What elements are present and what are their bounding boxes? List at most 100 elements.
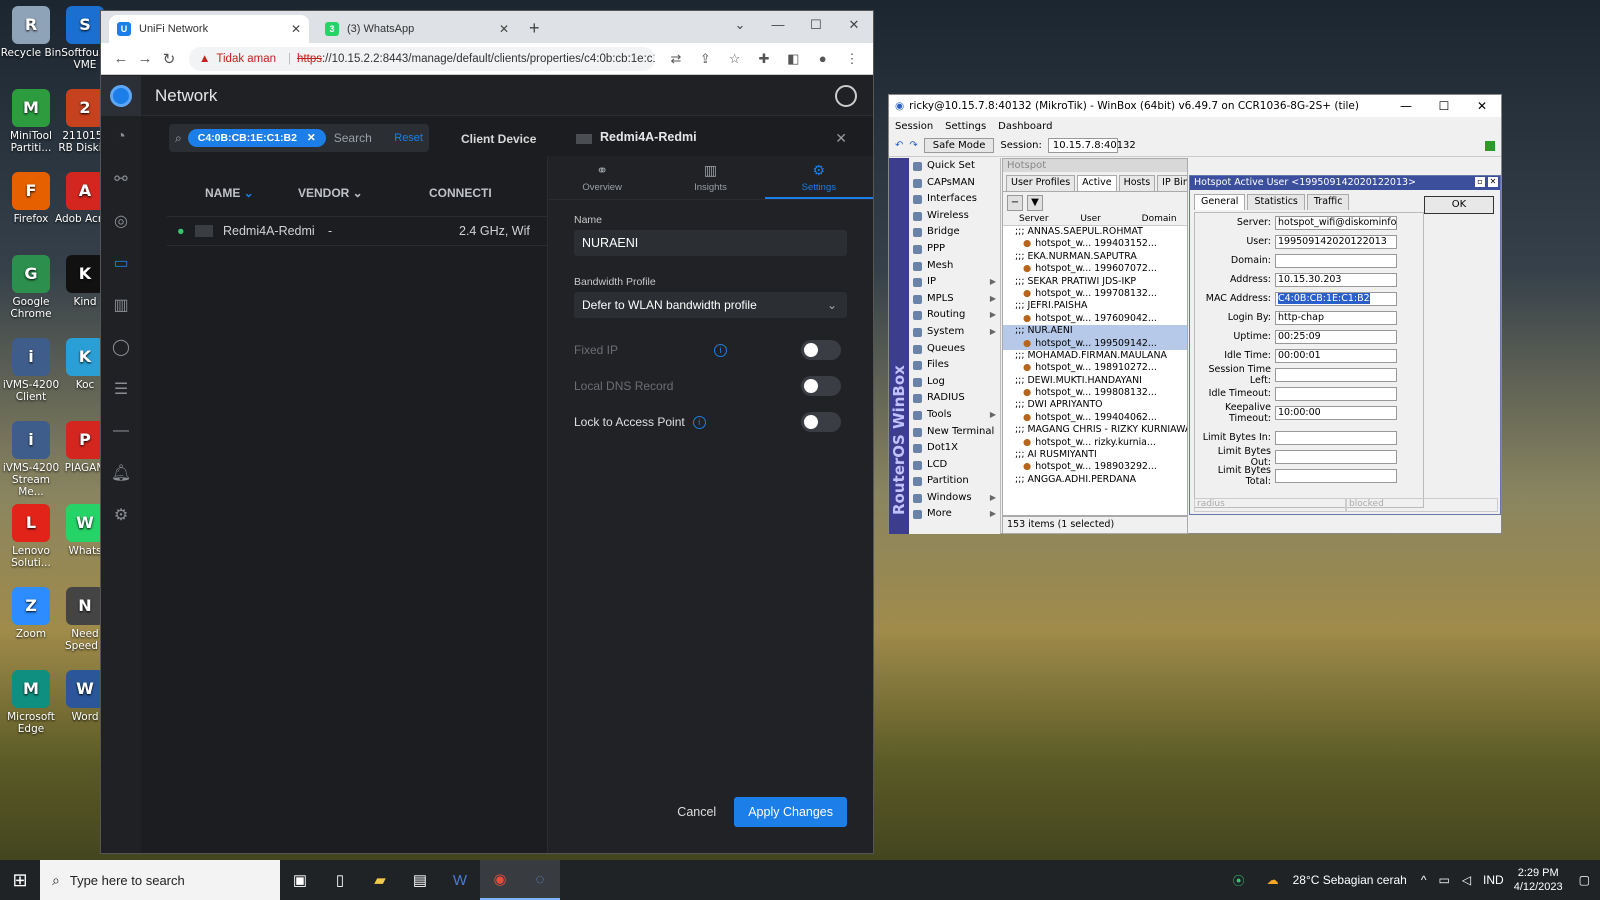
field-value[interactable]: http-chap — [1275, 310, 1397, 325]
desktop-shortcut[interactable]: M Microsoft Edge — [0, 670, 62, 735]
apply-changes-button[interactable]: Apply Changes — [734, 797, 847, 827]
field-value[interactable]: C4:0B:CB:1E:C1:B2 — [1275, 291, 1397, 306]
list-item[interactable]: ● hotspot_w... 199509142... — [1003, 337, 1187, 350]
lock-ap-toggle[interactable] — [801, 412, 841, 432]
list-comment[interactable]: ;;; MOHAMAD.FIRMAN.MAULANA — [1003, 350, 1187, 362]
topology-icon[interactable]: ⚯ — [101, 158, 141, 200]
field-value[interactable]: 10.15.30.203 — [1275, 272, 1397, 287]
list-comment[interactable]: ;;; AI RUSMIYANTI — [1003, 449, 1187, 461]
list-comment[interactable]: ;;; ANGGA.ADHI.PERDANA — [1003, 474, 1187, 486]
column-server[interactable]: Server — [1003, 214, 1064, 225]
nav-item-lcd[interactable]: LCD — [909, 457, 1000, 474]
list-comment[interactable]: ;;; DEWI.MUKTI.HANDAYANI — [1003, 375, 1187, 387]
statistics-icon[interactable]: ▥ — [101, 284, 141, 326]
weather-text[interactable]: 28°C Sebagian cerah — [1293, 873, 1407, 887]
taskbar-search[interactable]: ⌕ Type here to search — [40, 860, 280, 900]
tab-overview[interactable]: ⚭ Overview — [548, 156, 656, 199]
nav-item-ip[interactable]: IP ▶ — [909, 274, 1000, 291]
volume-icon[interactable]: ◁ — [1462, 873, 1471, 887]
nav-item-interfaces[interactable]: Interfaces — [909, 191, 1000, 208]
tab-unifi[interactable]: U UniFi Network ✕ — [109, 15, 309, 43]
close-tab-icon[interactable]: ✕ — [291, 22, 301, 36]
field-value[interactable]: hotspot_wifi@diskominfo — [1275, 215, 1397, 230]
clients-icon[interactable]: ▭ — [101, 242, 141, 284]
menu-dashboard[interactable]: Dashboard — [998, 121, 1052, 132]
field-value[interactable] — [1275, 253, 1397, 268]
nav-item-ppp[interactable]: PPP — [909, 241, 1000, 258]
nav-item-quick-set[interactable]: Quick Set — [909, 158, 1000, 175]
settings-icon[interactable]: ⚙ — [101, 494, 141, 536]
close-panel-icon[interactable]: ✕ — [835, 130, 847, 147]
column-name[interactable]: NAME ⌄ — [167, 186, 298, 216]
info-icon[interactable]: i — [692, 415, 706, 429]
close-button[interactable]: ✕ — [835, 11, 873, 39]
column-connection[interactable]: CONNECTI — [429, 186, 492, 216]
share-icon[interactable]: ⇪ — [692, 51, 718, 67]
nav-item-bridge[interactable]: Bridge — [909, 224, 1000, 241]
list-comment[interactable]: ;;; DWI APRIYANTO — [1003, 399, 1187, 411]
list-comment[interactable]: ;;; EKA.NURMAN.SAPUTRA — [1003, 251, 1187, 263]
nav-item-dot1x[interactable]: Dot1X — [909, 440, 1000, 457]
list-item[interactable]: ● hotspot_w... rizky.kurnia... — [1003, 437, 1187, 449]
filter-icon[interactable]: ▼ — [1027, 195, 1043, 211]
field-value[interactable] — [1275, 367, 1397, 382]
field-value[interactable] — [1275, 430, 1397, 445]
tab-statistics[interactable]: Statistics — [1247, 194, 1305, 210]
nav-item-mpls[interactable]: MPLS ▶ — [909, 291, 1000, 308]
forward-icon[interactable]: → — [133, 50, 157, 67]
table-row[interactable]: ● Redmi4A-Redmi - 2.4 GHz, Wif — [167, 216, 553, 246]
list-item[interactable]: ● hotspot_w... 199403152... — [1003, 238, 1187, 250]
column-domain[interactable]: Domain — [1126, 214, 1187, 225]
menu-settings[interactable]: Settings — [945, 121, 986, 132]
field-value[interactable]: 10:00:00 — [1275, 405, 1397, 420]
minimize-button[interactable]: — — [759, 11, 797, 39]
close-icon[interactable]: ✕ — [1488, 177, 1498, 187]
notepad-icon[interactable]: ▯ — [320, 860, 360, 900]
safe-mode-button[interactable]: Safe Mode — [923, 138, 995, 153]
tab-active[interactable]: Active — [1077, 175, 1117, 191]
extensions-icon[interactable]: ✚ — [751, 51, 777, 67]
task-view-icon[interactable]: ▣ — [280, 860, 320, 900]
profile-icon[interactable]: ● — [810, 51, 836, 66]
maximize-button[interactable]: ☐ — [797, 11, 835, 39]
desktop-shortcut[interactable]: M MiniTool Partiti... — [0, 89, 62, 154]
bandwidth-profile-select[interactable]: Defer to WLAN bandwidth profile ⌄ — [574, 292, 847, 318]
tab-general[interactable]: General — [1194, 194, 1246, 210]
session-field[interactable]: 10.15.7.8:40132 — [1047, 138, 1136, 153]
nav-item-system[interactable]: System ▶ — [909, 324, 1000, 341]
nav-item-mesh[interactable]: Mesh — [909, 258, 1000, 275]
ok-button[interactable]: OK — [1424, 196, 1494, 214]
info-icon[interactable]: i — [714, 343, 728, 357]
clock[interactable]: 2:29 PM 4/12/2023 — [1514, 866, 1563, 894]
reload-icon[interactable]: ↻ — [157, 50, 181, 68]
nav-item-tools[interactable]: Tools ▶ — [909, 407, 1000, 424]
reset-link[interactable]: Reset — [394, 132, 423, 144]
desktop-shortcut[interactable]: F Firefox — [0, 172, 62, 225]
list-item[interactable]: ● hotspot_w... 198903292... — [1003, 461, 1187, 473]
tab-traffic[interactable]: Traffic — [1306, 194, 1350, 210]
list-item[interactable]: ● hotspot_w... 199808132... — [1003, 387, 1187, 399]
field-value[interactable] — [1275, 468, 1397, 483]
list-comment[interactable]: ;;; NUR.AENI — [1003, 325, 1187, 338]
list-item[interactable]: ● hotspot_w... 198910272... — [1003, 362, 1187, 374]
nav-item-more[interactable]: More ▶ — [909, 506, 1000, 523]
desktop-shortcut[interactable]: i iVMS-4200 Stream Me... — [0, 421, 62, 498]
devices-icon[interactable]: ◎ — [101, 200, 141, 242]
insights-icon[interactable]: ◯ — [101, 326, 141, 368]
nav-item-new-terminal[interactable]: New Terminal — [909, 424, 1000, 441]
nav-item-queues[interactable]: Queues — [909, 341, 1000, 358]
new-tab-button[interactable]: + — [529, 18, 540, 39]
client-search[interactable]: ⌕ C4:0B:CB:1E:C1:B2 ✕ Search Reset — [169, 124, 429, 152]
fixed-ip-toggle[interactable] — [801, 340, 841, 360]
nav-item-capsman[interactable]: CAPsMAN — [909, 175, 1000, 192]
menu-icon[interactable]: ⋮ — [839, 51, 865, 67]
redo-icon[interactable]: ↷ — [909, 140, 917, 151]
desktop-shortcut[interactable]: Z Zoom — [0, 587, 62, 640]
chrome-taskbar-icon[interactable]: ◉ — [480, 860, 520, 900]
notification-icon[interactable]: ▢ — [1579, 873, 1590, 887]
field-value[interactable]: 199509142020122013 — [1275, 234, 1397, 249]
activity-icon[interactable]: ⦿ — [1233, 872, 1245, 889]
list-item[interactable]: ● hotspot_w... 197609042... — [1003, 313, 1187, 325]
tab-user-profiles[interactable]: User Profiles — [1006, 175, 1076, 191]
tray-chevron-icon[interactable]: ^ — [1421, 873, 1427, 887]
